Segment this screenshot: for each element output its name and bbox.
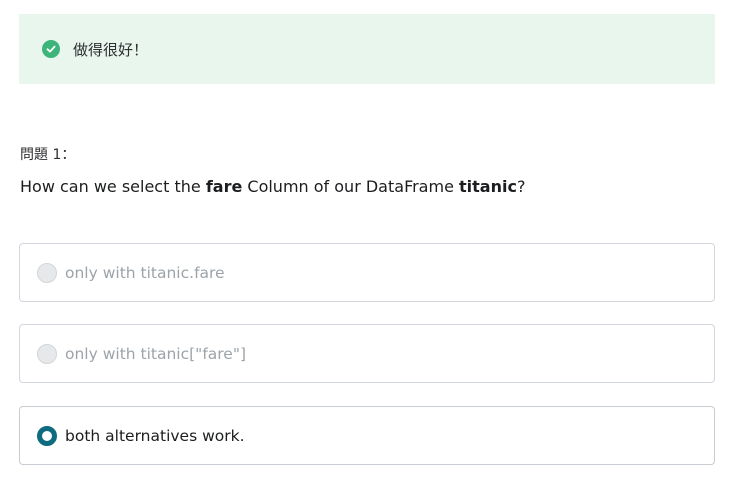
answer-option-2[interactable]: only with titanic["fare"] [19,324,715,383]
success-alert: 做得很好！ [19,14,715,84]
answer-option-label: both alternatives work. [65,426,245,445]
question-text-part: How can we select the [20,177,206,196]
radio-button[interactable] [37,262,57,283]
answer-option-3[interactable]: both alternatives work. [19,406,715,465]
answer-option-1[interactable]: only with titanic.fare [19,243,715,302]
answer-option-label: only with titanic.fare [65,263,225,282]
question-keyword-titanic: titanic [459,177,517,196]
question-text-part: ? [516,177,526,196]
radio-button-selected[interactable] [37,425,57,446]
check-circle-icon [42,40,60,58]
question-number: 問題 1： [20,147,76,163]
radio-button[interactable] [37,343,57,364]
success-message: 做得很好！ [73,40,149,59]
question-text: How can we select the fare Column of our… [20,177,525,196]
question-text-part: Column of our DataFrame [242,177,459,196]
question-keyword-fare: fare [205,177,243,196]
answer-option-label: only with titanic["fare"] [65,344,247,363]
